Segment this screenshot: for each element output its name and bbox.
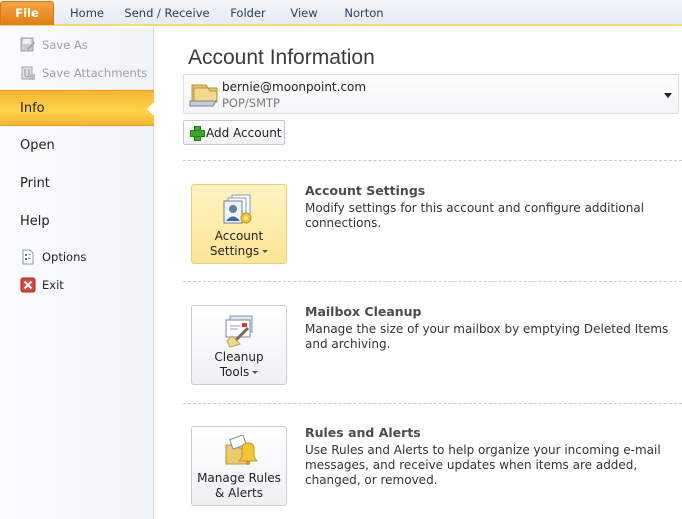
nav-save-as[interactable]: Save As bbox=[20, 35, 88, 55]
tab-home[interactable]: Home bbox=[62, 2, 112, 24]
nav-options-label: Options bbox=[42, 250, 87, 264]
plus-icon bbox=[190, 126, 205, 141]
cleanup-tools-label-line1: Cleanup bbox=[214, 350, 264, 364]
exit-icon bbox=[20, 277, 36, 293]
dropdown-arrow-icon bbox=[252, 371, 259, 374]
tab-file[interactable]: File bbox=[0, 1, 54, 25]
manage-rules-alerts-button[interactable]: Manage Rules & Alerts bbox=[191, 426, 287, 506]
options-icon bbox=[20, 249, 36, 265]
add-account-button[interactable]: Add Account bbox=[183, 120, 285, 145]
separator bbox=[183, 160, 682, 161]
nav-help[interactable]: Help bbox=[0, 204, 154, 240]
tab-send-receive[interactable]: Send / Receive bbox=[122, 2, 212, 24]
separator bbox=[183, 403, 682, 404]
nav-print[interactable]: Print bbox=[0, 166, 154, 202]
nav-save-attachments[interactable]: Save Attachments bbox=[20, 63, 147, 83]
rules-alerts-description: Use Rules and Alerts to help organize yo… bbox=[305, 443, 661, 487]
ribbon-tab-bar: File Home Send / Receive Folder View Nor… bbox=[0, 0, 682, 26]
account-settings-icon bbox=[222, 193, 258, 227]
nav-print-label: Print bbox=[20, 176, 50, 191]
tab-view[interactable]: View bbox=[284, 2, 324, 24]
nav-info[interactable]: Info bbox=[0, 90, 155, 126]
tab-folder[interactable]: Folder bbox=[222, 2, 274, 24]
separator bbox=[183, 281, 682, 282]
info-panel: Account Information bernie@moonpoint.com… bbox=[155, 28, 682, 519]
account-selector[interactable]: bernie@moonpoint.com POP/SMTP bbox=[183, 74, 679, 114]
account-settings-label-line1: Account bbox=[214, 229, 264, 243]
cleanup-tools-label-line2: Tools bbox=[219, 365, 250, 379]
nav-options[interactable]: Options bbox=[20, 247, 86, 267]
nav-save-as-label: Save As bbox=[42, 38, 88, 52]
account-type: POP/SMTP bbox=[222, 96, 280, 110]
nav-exit-label: Exit bbox=[42, 278, 64, 292]
account-settings-label-line2: Settings bbox=[209, 244, 260, 258]
backstage-nav: Save As Save Attachments Info Open Print… bbox=[0, 28, 155, 519]
save-attachments-icon bbox=[20, 65, 36, 81]
rules-alerts-icon bbox=[222, 434, 258, 469]
rules-alerts-title: Rules and Alerts bbox=[305, 425, 421, 440]
manage-rules-label-line2: & Alerts bbox=[215, 486, 263, 500]
nav-save-attachments-label: Save Attachments bbox=[42, 66, 148, 80]
mailbox-cleanup-description: Manage the size of your mailbox by empty… bbox=[305, 322, 669, 351]
account-folder-icon bbox=[188, 79, 220, 109]
nav-info-label: Info bbox=[20, 101, 45, 116]
page-title: Account Information bbox=[188, 46, 375, 69]
account-settings-button[interactable]: Account Settings bbox=[191, 184, 287, 264]
nav-help-label: Help bbox=[20, 214, 50, 229]
tab-norton[interactable]: Norton bbox=[336, 2, 392, 24]
account-settings-description: Modify settings for this account and con… bbox=[305, 201, 645, 230]
dropdown-arrow-icon bbox=[262, 250, 269, 253]
nav-exit[interactable]: Exit bbox=[20, 275, 64, 295]
mailbox-cleanup-title: Mailbox Cleanup bbox=[305, 304, 422, 319]
active-indicator bbox=[147, 101, 155, 117]
manage-rules-label-line1: Manage Rules bbox=[197, 471, 281, 485]
nav-open-label: Open bbox=[20, 138, 55, 153]
nav-open[interactable]: Open bbox=[0, 128, 154, 164]
account-email: bernie@moonpoint.com bbox=[222, 80, 367, 94]
add-account-label: Add Account bbox=[206, 125, 282, 140]
save-as-icon bbox=[20, 37, 36, 53]
account-settings-title: Account Settings bbox=[305, 183, 426, 198]
chevron-down-icon[interactable] bbox=[664, 93, 672, 98]
cleanup-tools-button[interactable]: Cleanup Tools bbox=[191, 305, 287, 385]
cleanup-tools-icon bbox=[222, 314, 258, 348]
